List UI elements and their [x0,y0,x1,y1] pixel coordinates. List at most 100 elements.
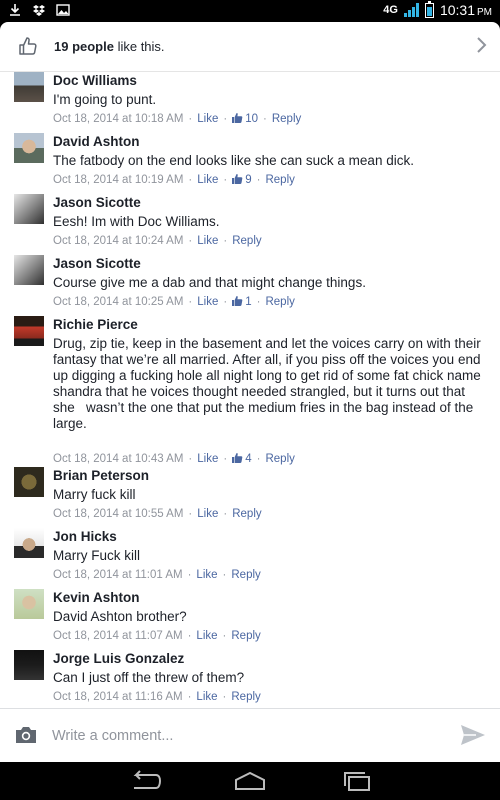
like-button[interactable]: Like [196,569,217,581]
like-count: 10 [245,113,259,125]
comment-meta: Oct 18, 2014 at 10:43 AM · Like · 4 · Reply [53,452,486,466]
like-count: 1 [245,296,252,308]
reply-button[interactable]: Reply [231,569,260,581]
home-icon[interactable] [233,770,267,792]
comment-meta: Oct 18, 2014 at 11:01 AM · Like · Reply [53,568,486,582]
comment-author[interactable]: Jorge Luis Gonzalez [53,650,486,667]
comment-meta: Oct 18, 2014 at 10:25 AM · Like · 1 · Reply [53,295,486,309]
dropbox-icon [33,5,45,16]
comment-author[interactable]: David Ashton [53,133,486,150]
avatar[interactable] [14,194,44,224]
back-icon[interactable] [128,770,162,792]
reply-button[interactable]: Reply [232,508,261,520]
reply-button[interactable]: Reply [231,630,260,642]
separator-dot: · [256,174,261,186]
like-count: 4 [245,453,252,465]
comment-timestamp: Oct 18, 2014 at 10:43 AM [53,453,184,465]
like-button[interactable]: Like [196,630,217,642]
send-icon[interactable] [460,723,486,747]
comment-composer [0,708,500,762]
comment-author[interactable]: Jason Sicotte [53,255,486,272]
likes-suffix: like this. [113,39,165,54]
like-button[interactable]: Like [197,296,218,308]
separator-dot: · [223,296,228,308]
avatar[interactable] [14,467,44,497]
comments-sheet: 19 people like this. Doc Williams I'm go… [0,22,500,762]
clock-suffix: PM [477,7,492,18]
separator-dot: · [223,508,228,520]
like-button[interactable]: Like [197,174,218,186]
clock-time: 10:31 [439,2,475,18]
reply-button[interactable]: Reply [265,453,294,465]
comment-timestamp: Oct 18, 2014 at 10:25 AM [53,296,184,308]
like-button[interactable]: Like [197,508,218,520]
image-icon [56,4,70,16]
comment-input[interactable] [52,723,432,749]
separator-dot: · [188,453,193,465]
separator-dot: · [187,630,192,642]
comment-author[interactable]: Doc Williams [53,72,486,89]
separator-dot: · [223,174,228,186]
comment-meta: Oct 18, 2014 at 10:19 AM · Like · 9 · Reply [53,173,486,187]
like-count-icon [232,174,243,184]
comment-author[interactable]: Richie Pierce [53,316,486,333]
camera-icon[interactable] [14,725,38,745]
avatar[interactable] [14,255,44,285]
comment-text: Drug, zip tie, keep in the basement and … [53,336,485,431]
like-button[interactable]: Like [197,453,218,465]
separator-dot: · [222,691,227,703]
comment-author[interactable]: Kevin Ashton [53,589,486,606]
like-button[interactable]: Like [197,113,218,125]
battery-icon [424,0,434,18]
separator-dot: · [188,508,193,520]
comment-text: Marry Fuck kill [53,548,140,563]
avatar[interactable] [14,316,44,346]
comment-timestamp: Oct 18, 2014 at 10:55 AM [53,508,184,520]
comment-timestamp: Oct 18, 2014 at 10:18 AM [53,113,184,125]
reply-button[interactable]: Reply [265,174,294,186]
avatar[interactable] [14,133,44,163]
separator-dot: · [223,235,228,247]
avatar[interactable] [14,528,44,558]
avatar[interactable] [14,72,44,102]
avatar[interactable] [14,650,44,680]
comment-meta: Oct 18, 2014 at 10:18 AM · Like · 10 · Reply [53,112,486,126]
like-count-icon [232,296,243,306]
likes-summary-text: 19 people like this. [54,39,165,54]
separator-dot: · [188,174,193,186]
comment-text: Marry fuck kill [53,487,136,502]
recent-apps-icon[interactable] [340,770,374,792]
separator-dot: · [187,569,192,581]
reply-button[interactable]: Reply [231,691,260,703]
likes-summary-row[interactable]: 19 people like this. [0,22,500,72]
comment-timestamp: Oct 18, 2014 at 10:24 AM [53,235,184,247]
comment-text: Can I just off the threw of them? [53,670,245,685]
comment-timestamp: Oct 18, 2014 at 11:01 AM [53,569,183,581]
download-icon [10,4,20,16]
separator-dot: · [222,569,227,581]
reply-button[interactable]: Reply [272,113,301,125]
clock: 10:31 PM [440,2,492,18]
comment-text: Course give me a dab and that might chan… [53,275,366,290]
notification-icons [8,3,70,17]
avatar[interactable] [14,589,44,619]
comment-author[interactable]: Jason Sicotte [53,194,486,211]
comment-author[interactable]: Brian Peterson [53,467,486,484]
comment-timestamp: Oct 18, 2014 at 10:19 AM [53,174,184,186]
comment-meta: Oct 18, 2014 at 10:24 AM · Like · Reply [53,234,486,248]
separator-dot: · [187,691,192,703]
comment-text: I'm going to punt. [53,92,157,107]
comment-timestamp: Oct 18, 2014 at 11:16 AM [53,691,183,703]
separator-dot: · [188,113,193,125]
likes-count: 19 people [54,39,114,54]
thumbs-up-outline-icon [19,37,37,55]
reply-button[interactable]: Reply [265,296,294,308]
separator-dot: · [223,453,228,465]
separator-dot: · [222,630,227,642]
comment-author[interactable]: Jon Hicks [53,528,486,545]
chevron-right-icon[interactable] [476,35,488,55]
signal-strength-icon [403,3,419,17]
reply-button[interactable]: Reply [232,235,261,247]
like-button[interactable]: Like [196,691,217,703]
like-button[interactable]: Like [197,235,218,247]
